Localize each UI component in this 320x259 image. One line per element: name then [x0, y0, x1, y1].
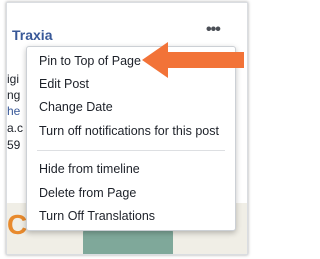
post-text-line: a.c: [7, 121, 24, 135]
post-text-link[interactable]: he: [7, 104, 20, 118]
image-fragment: C: [7, 209, 28, 240]
post-text-line: ng: [7, 88, 21, 102]
ellipsis-icon[interactable]: •••: [206, 22, 226, 39]
menu-item-turn-off-notifications[interactable]: Turn off notifications for this post: [27, 120, 235, 142]
page-name-link[interactable]: Traxia: [12, 27, 52, 43]
left-arrow-icon: [142, 42, 244, 78]
menu-item-turn-off-translations[interactable]: Turn Off Translations: [27, 205, 235, 227]
menu-item-delete-from-page[interactable]: Delete from Page: [27, 182, 235, 204]
menu-item-change-date[interactable]: Change Date: [27, 96, 235, 118]
menu-divider: [37, 150, 225, 151]
post-text-line: igi: [7, 72, 20, 86]
post-text-line: 59: [7, 138, 21, 152]
menu-item-hide-from-timeline[interactable]: Hide from timeline: [27, 158, 235, 180]
